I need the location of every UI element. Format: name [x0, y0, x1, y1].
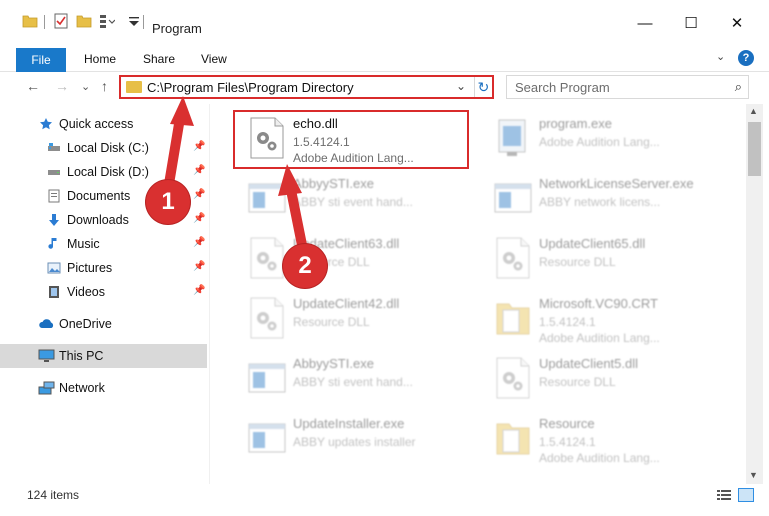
arrow-1: [163, 96, 194, 195]
step-badge-2: 2: [283, 244, 327, 288]
arrow-2: [278, 164, 308, 255]
step-badge-1: 1: [146, 180, 190, 224]
annotation-arrows: [163, 96, 308, 255]
